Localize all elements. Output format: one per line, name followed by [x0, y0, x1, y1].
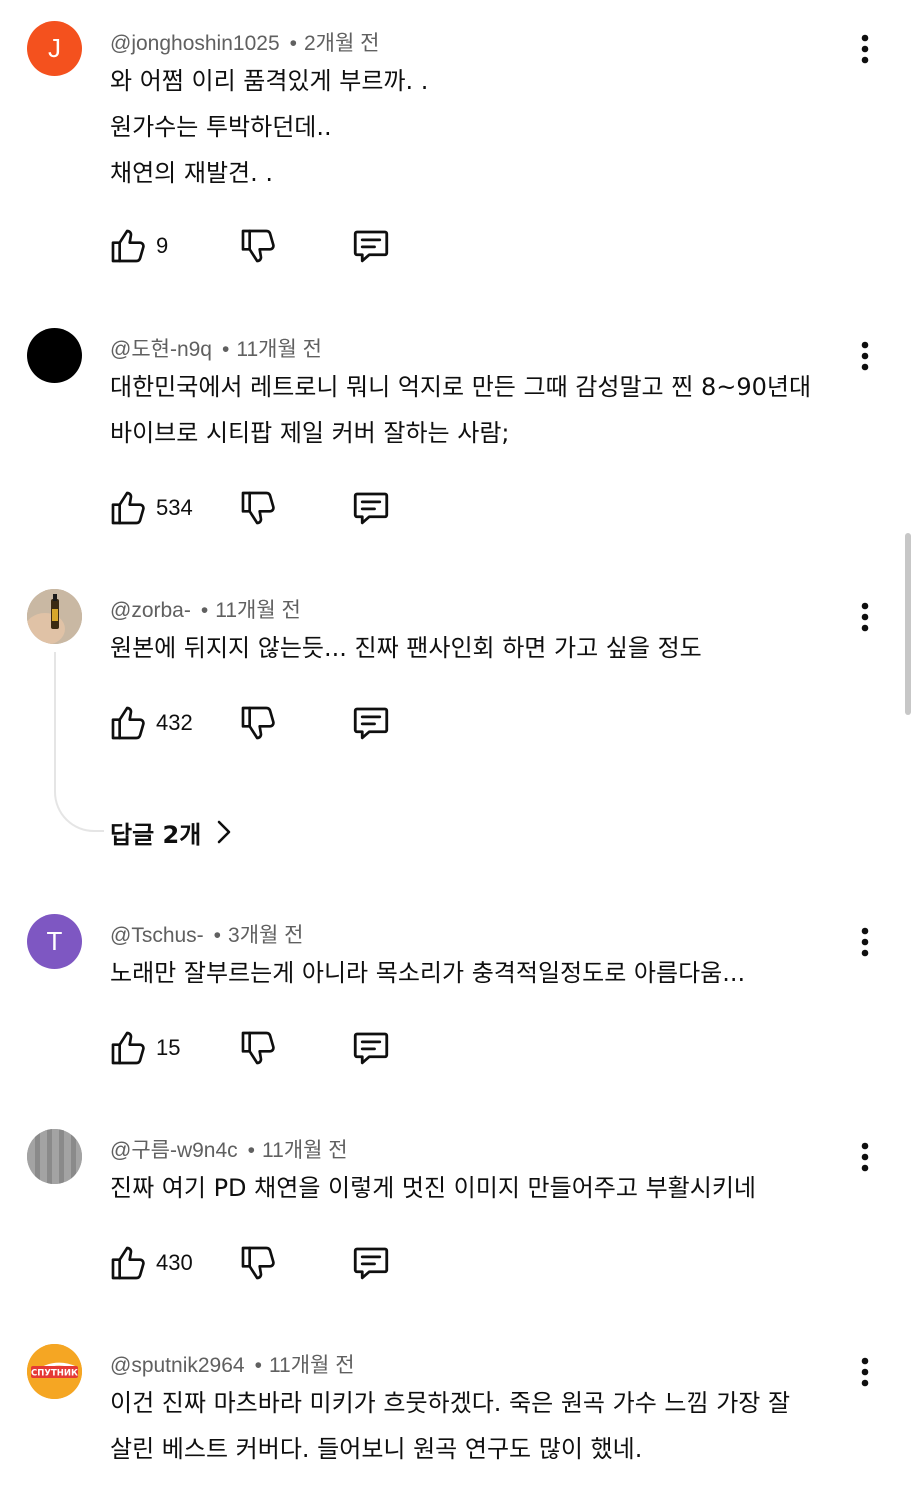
thumbs-down-icon: [241, 706, 275, 740]
comment-icon: [353, 707, 389, 740]
thumbs-up-icon: [111, 229, 145, 263]
reply-button[interactable]: [350, 224, 392, 268]
reply-button[interactable]: [350, 1026, 392, 1070]
thumbs-down-icon: [241, 1031, 275, 1065]
comment-time[interactable]: 2개월 전: [304, 32, 379, 55]
comment-time[interactable]: 3개월 전: [228, 924, 303, 947]
dislike-button[interactable]: [238, 701, 278, 745]
comment-time[interactable]: 11개월 전: [215, 599, 301, 622]
like-count: 9: [156, 233, 169, 258]
comment-text: 이건 진짜 마츠바라 미키가 흐뭇하겠다. 죽은 원곡 가수 느낌 가장 잘 살…: [110, 1389, 791, 1463]
avatar[interactable]: [27, 328, 82, 383]
avatar-letter: J: [48, 33, 61, 63]
chevron-right-icon: [217, 820, 231, 844]
comment-text: 와 어쩜 이리 품격있게 부르까. . 원가수는 투박하던데.. 채연의 재발견…: [110, 67, 429, 187]
avatar[interactable]: T: [27, 914, 82, 969]
reply-button[interactable]: [350, 1241, 392, 1285]
avatar[interactable]: [27, 589, 82, 644]
avatar[interactable]: J: [27, 21, 82, 76]
separator-dot: •: [289, 32, 297, 55]
separator-dot: •: [200, 599, 209, 622]
like-button[interactable]: 430: [108, 1241, 193, 1285]
avatar-photo: [27, 589, 82, 644]
replies-label: 답글 2개: [110, 820, 202, 849]
thumbs-down-icon: [241, 229, 275, 263]
comment-time[interactable]: 11개월 전: [262, 1139, 348, 1162]
comment-meta: @sputnik2964 • 11개월 전: [110, 1349, 355, 1379]
reply-thread-line: [54, 652, 104, 832]
dislike-button[interactable]: [238, 1241, 278, 1285]
dislike-button[interactable]: [238, 1026, 278, 1070]
thumbs-up-icon: [111, 706, 145, 740]
comment-actions: 430: [108, 1241, 408, 1285]
thumbs-up-icon: [111, 1031, 145, 1065]
comment-actions: 9: [108, 224, 408, 268]
comment-meta: @도현-n9q • 11개월 전: [110, 333, 322, 363]
avatar[interactable]: СПУТНИК: [27, 1344, 82, 1399]
comment-icon: [353, 230, 389, 263]
thumbs-up-icon: [111, 491, 145, 525]
comment-author[interactable]: @zorba-: [110, 599, 191, 622]
avatar-letter: T: [46, 926, 63, 956]
like-count: 432: [156, 710, 193, 735]
separator-dot: •: [254, 1354, 262, 1377]
like-button[interactable]: 9: [108, 224, 168, 268]
comment-time[interactable]: 11개월 전: [236, 338, 322, 361]
dislike-button[interactable]: [238, 224, 278, 268]
comment-icon: [353, 1032, 389, 1065]
thumbs-up-icon: [111, 1246, 145, 1280]
comment-icon: [353, 1247, 389, 1280]
comment-actions: 15: [108, 1026, 408, 1070]
sputnik-logo: СПУТНИК: [27, 1344, 82, 1399]
like-button[interactable]: 534: [108, 486, 193, 530]
thumbs-down-icon: [241, 491, 275, 525]
reply-button[interactable]: [350, 486, 392, 530]
like-count: 15: [156, 1035, 181, 1060]
dislike-button[interactable]: [238, 486, 278, 530]
separator-dot: •: [213, 924, 222, 947]
sputnik-logo-text: СПУТНИК: [31, 1369, 78, 1379]
comment-icon: [353, 492, 389, 525]
view-replies-button[interactable]: 답글 2개: [110, 812, 237, 852]
separator-dot: •: [247, 1139, 256, 1162]
comment-author[interactable]: @jonghoshin1025: [110, 32, 280, 55]
comment-meta: @jonghoshin1025 • 2개월 전: [110, 27, 379, 57]
avatar[interactable]: [27, 1129, 82, 1184]
scrollbar[interactable]: [905, 533, 911, 715]
like-count: 430: [156, 1250, 193, 1275]
comment-meta: @구름-w9n4c • 11개월 전: [110, 1134, 348, 1164]
thumbs-down-icon: [241, 1246, 275, 1280]
like-button[interactable]: 15: [108, 1026, 180, 1070]
like-count: 534: [156, 495, 193, 520]
like-button[interactable]: 432: [108, 701, 193, 745]
comment-actions: 534: [108, 486, 408, 530]
comment-meta: @zorba- • 11개월 전: [110, 594, 301, 624]
separator-dot: •: [222, 338, 230, 361]
reply-button[interactable]: [350, 701, 392, 745]
comment-text: 대한민국에서 레트로니 뭐니 억지로 만든 그때 감성말고 찐 8~90년대 바…: [110, 373, 812, 447]
comment-actions: 432: [108, 701, 408, 745]
comment-author[interactable]: @도현-n9q: [110, 338, 212, 361]
comment-author[interactable]: @sputnik2964: [110, 1354, 245, 1377]
avatar-pattern: [27, 1129, 82, 1184]
comment-meta: @Tschus- • 3개월 전: [110, 919, 304, 949]
comment-time[interactable]: 11개월 전: [269, 1354, 355, 1377]
comment-author[interactable]: @구름-w9n4c: [110, 1139, 238, 1162]
comment-text: 원본에 뒤지지 않는듯... 진짜 팬사인회 하면 가고 싶을 정도: [110, 634, 702, 662]
comment-text: 진짜 여기 PD 채연을 이렇게 멋진 이미지 만들어주고 부활시키네: [110, 1174, 756, 1202]
comment-author[interactable]: @Tschus-: [110, 924, 204, 947]
comment-text: 노래만 잘부르는게 아니라 목소리가 충격적일정도로 아름다움...: [110, 959, 746, 987]
